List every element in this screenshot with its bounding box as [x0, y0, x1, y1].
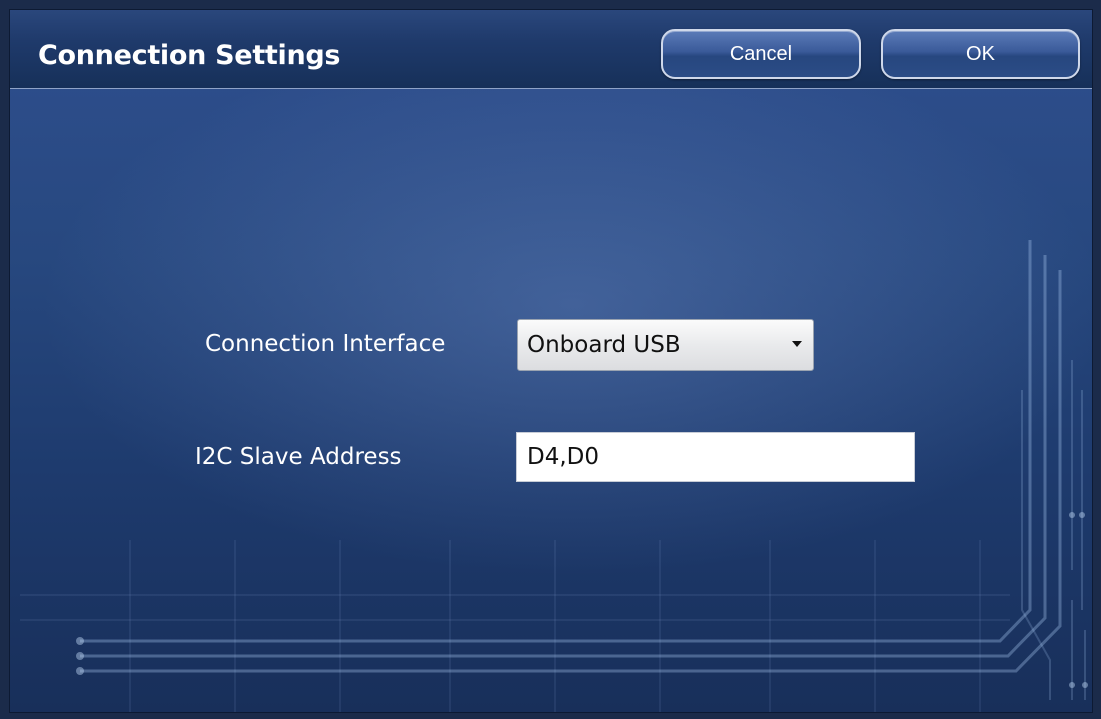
cancel-button[interactable]: Cancel [661, 29, 861, 79]
connection-interface-value: Onboard USB [527, 332, 681, 358]
connection-interface-label: Connection Interface [205, 331, 446, 357]
chevron-down-icon [792, 341, 802, 347]
i2c-slave-address-input[interactable] [516, 432, 915, 482]
ok-button[interactable]: OK [881, 29, 1080, 79]
i2c-slave-address-label: I2C Slave Address [195, 444, 402, 470]
window-header: Connection Settings Cancel OK [10, 10, 1092, 89]
connection-interface-select[interactable]: Onboard USB [517, 319, 814, 371]
connection-settings-window: Connection Settings Cancel OK Connection… [9, 9, 1093, 713]
window-title: Connection Settings [38, 40, 341, 71]
